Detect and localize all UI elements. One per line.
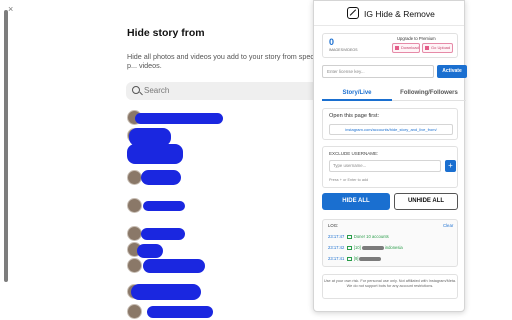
redaction-scribble [143,259,205,273]
redaction-scribble [131,284,201,300]
log-time: 23:17:42 [328,245,345,250]
redaction-scribble [141,228,185,240]
popup-header: IG Hide & Remove [314,1,464,26]
unhide-all-button[interactable]: UNHIDE ALL [394,193,458,210]
user-row[interactable] [127,110,317,126]
user-row[interactable] [127,144,317,164]
download-button[interactable]: Download [392,43,420,53]
log-entry: 23:17:47 Done! 10 accounts [328,233,454,242]
eye-slash-logo-icon [347,7,359,19]
open-page-panel: Open this page first: instagram.com/acco… [322,108,458,140]
log-message: Done! 10 accounts [353,234,389,239]
user-row[interactable] [127,284,317,300]
upload-button[interactable]: Go Upload [422,43,453,53]
tab-story-live[interactable]: Story/Live [322,87,392,101]
hide-all-button[interactable]: HIDE ALL [322,193,390,210]
page-title: Hide story from [127,27,205,39]
avatar [127,170,142,185]
redaction-scribble [127,144,183,164]
clear-log-button[interactable]: Clear [443,223,453,228]
user-row[interactable] [127,128,317,146]
avatar [127,258,142,273]
search-icon [132,86,140,94]
log-suffix: indonesia [384,245,403,250]
log-label: LOG: [328,223,339,228]
check-icon [347,245,352,251]
media-count-label: IMAGES/VIDEOS [329,48,358,52]
redaction-scribble [141,170,181,185]
upgrade-link[interactable]: Upgrade to Premium [397,36,436,41]
activate-button[interactable]: Activate [437,65,467,78]
log-entry: 23:17:42 [10] indonesia [328,244,454,253]
log-panel: LOG: Clear 23:17:47 Done! 10 accounts 23:… [322,219,458,267]
avatar [127,198,142,213]
page-description: Hide all photos and videos you add to yo… [127,52,323,70]
log-entry: 23:17:41 [9] [328,255,454,264]
open-page-link[interactable]: instagram.com/accounts/hide_story_and_li… [329,124,453,135]
upload-icon [425,45,429,50]
exclude-username-input[interactable]: Type username... [329,160,441,172]
check-icon [347,234,352,240]
download-icon [395,45,399,50]
tab-following-followers[interactable]: Following/Followers [392,87,466,101]
extension-popup: IG Hide & Remove 0 IMAGES/VIDEOS Upgrade… [313,0,467,312]
redaction-scribble [143,201,185,211]
redacted-username [361,246,384,250]
user-row[interactable] [127,304,317,320]
add-username-button[interactable]: + [445,160,456,172]
log-message: [10] [353,245,361,250]
check-icon [347,256,352,262]
log-time: 23:17:47 [328,234,345,239]
user-row[interactable] [127,198,317,214]
search-placeholder: Search [144,86,170,95]
page-scrollbar[interactable] [4,4,9,316]
log-message: [9] [353,256,359,261]
media-count: 0 [329,37,335,47]
log-time: 23:17:41 [328,256,345,261]
exclude-panel: EXCLUDE USERNAME: Type username... + Pre… [322,146,458,188]
close-icon[interactable]: × [8,4,13,14]
open-page-label: Open this page first: [329,113,380,119]
redaction-scribble [135,113,223,124]
redaction-scribble [137,244,163,258]
user-row[interactable] [127,170,317,186]
exclude-label: EXCLUDE USERNAME: [329,151,379,156]
license-key-input[interactable]: Enter license key... [322,65,434,78]
search-bar[interactable]: Search [126,82,326,100]
user-row[interactable] [127,240,317,258]
redaction-scribble [147,306,213,318]
avatar [127,304,142,319]
disclaimer-footer: Use at your own risk. For personal use o… [322,274,458,299]
stats-panel: 0 IMAGES/VIDEOS Upgrade to Premium Downl… [322,33,458,58]
download-label: Download [401,45,419,50]
user-row[interactable] [127,258,317,274]
avatar [127,226,142,241]
scrollbar-thumb[interactable] [4,10,8,282]
upload-label: Go Upload [431,45,451,50]
redacted-username [359,257,382,261]
exclude-hint: Press + or Enter to add [329,178,369,182]
popup-title: IG Hide & Remove [364,9,435,19]
